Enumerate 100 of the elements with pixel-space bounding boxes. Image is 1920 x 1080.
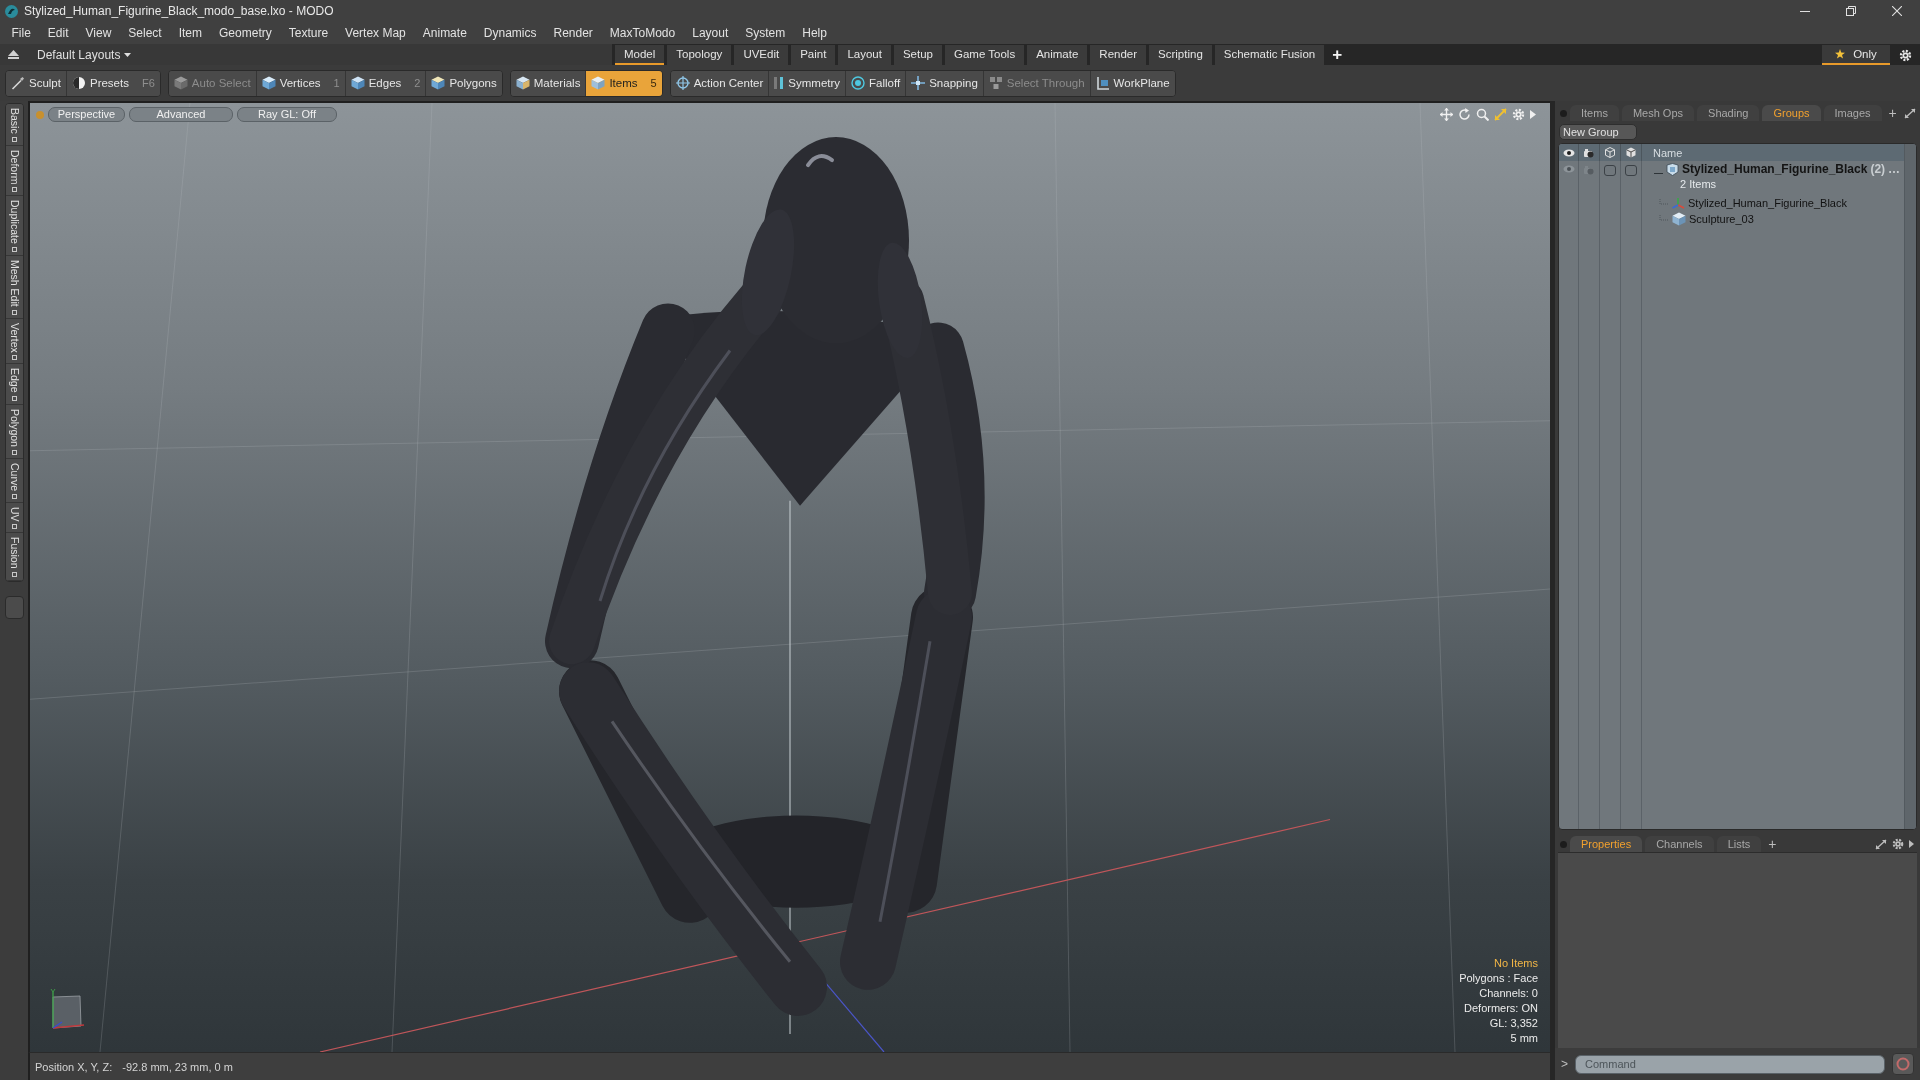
layout-tab[interactable]: Model — [615, 45, 665, 65]
panel-tab[interactable]: Channels — [1645, 836, 1714, 852]
tool-button[interactable]: Presets F6 — [65, 70, 160, 96]
cube-icon — [591, 76, 606, 90]
menu-item[interactable]: File — [3, 23, 40, 43]
viewport-info-text: No Items — [1494, 956, 1538, 971]
panel-tab[interactable]: Items — [1570, 105, 1619, 121]
menu-item[interactable]: Animate — [414, 23, 476, 43]
symmetry-icon — [774, 76, 785, 90]
add-tab-button[interactable]: + — [1324, 45, 1351, 65]
cube-icon — [1626, 147, 1636, 158]
expand-icon[interactable] — [1903, 107, 1916, 119]
move-icon[interactable] — [1440, 108, 1453, 121]
window-title: Stylized_Human_Figurine_Black_modo_base.lxo - MODO — [24, 4, 334, 18]
app-logo-icon — [5, 4, 18, 18]
locator-icon — [1672, 197, 1685, 209]
menu-item[interactable]: Edit — [39, 23, 78, 43]
cubes-icon — [988, 76, 1003, 90]
name-column-header[interactable]: Name — [1642, 146, 1904, 159]
layout-tab[interactable]: Render — [1090, 45, 1147, 65]
cube-icon — [431, 76, 446, 90]
caret-right-icon[interactable] — [1530, 110, 1536, 119]
viewport-info-text: 5 mm — [1510, 1031, 1538, 1046]
view-option-button[interactable]: Perspective — [48, 107, 125, 122]
toggle-box[interactable] — [1625, 165, 1637, 176]
axis-gizmo-icon — [48, 988, 86, 1032]
item-name[interactable]: Sculpture_03 — [1689, 213, 1754, 225]
view-option-button[interactable]: Ray GL: Off — [237, 107, 337, 122]
menu-item[interactable]: Texture — [280, 23, 337, 43]
command-prompt: > — [1561, 1057, 1568, 1071]
layout-tab[interactable]: UVEdit — [734, 45, 789, 65]
falloff-icon — [851, 76, 866, 90]
layout-tab[interactable]: Schematic Fusion — [1214, 45, 1325, 65]
only-toggle[interactable]: Only — [1822, 45, 1890, 65]
menu-item[interactable]: Render — [545, 23, 602, 43]
cube-icon — [173, 76, 188, 90]
menu-item[interactable]: Vertex Map — [336, 23, 415, 43]
group-name: Stylized_Human_Figurine_Black — [1682, 162, 1868, 176]
scrollbar[interactable] — [1904, 144, 1916, 829]
new-group-button[interactable]: New Group — [1559, 124, 1637, 140]
mesh-icon — [1672, 212, 1686, 226]
panel-tab[interactable]: Groups — [1762, 105, 1821, 121]
expand-icon[interactable] — [1875, 838, 1887, 850]
item-name[interactable]: Stylized_Human_Figurine_Black — [1688, 197, 1847, 209]
brush-icon — [11, 76, 25, 90]
caret-right-icon[interactable] — [1909, 840, 1914, 848]
menu-item[interactable]: MaxToModo — [601, 23, 684, 43]
panel-toggle-button[interactable] — [4, 596, 24, 619]
menu-item[interactable]: Item — [170, 23, 211, 43]
layout-tab[interactable]: Setup — [893, 45, 942, 65]
panel-tab[interactable]: Shading — [1697, 105, 1760, 121]
snapping-icon — [911, 76, 926, 90]
tool-button[interactable]: Items 5 — [585, 70, 662, 96]
side-tab[interactable]: Basic — [5, 104, 23, 146]
layout-tab[interactable]: Layout — [838, 45, 891, 65]
restore-icon — [1846, 6, 1856, 16]
half-circle-icon — [71, 76, 86, 90]
view-option-button[interactable]: Advanced — [129, 107, 233, 122]
collapse-arrow-icon[interactable] — [8, 50, 19, 59]
panel-tab[interactable]: Properties — [1570, 836, 1643, 852]
camera-icon[interactable] — [1583, 165, 1595, 175]
menu-item[interactable]: View — [77, 23, 120, 43]
overflow-text: … — [1888, 162, 1901, 176]
caret-icon — [124, 52, 132, 57]
tool-button[interactable]: WorkPlane — [1089, 70, 1175, 96]
panel-tab[interactable]: Mesh Ops — [1621, 105, 1695, 121]
toggle-box[interactable] — [1604, 165, 1616, 176]
record-button[interactable] — [1892, 1053, 1914, 1075]
add-tab-button[interactable]: + — [1884, 105, 1901, 121]
panel-tab[interactable]: Lists — [1716, 836, 1762, 852]
layout-tab[interactable]: Paint — [791, 45, 836, 65]
maximize-icon[interactable] — [1494, 108, 1507, 121]
layout-tab[interactable]: Topology — [667, 45, 732, 65]
layout-tab[interactable]: Scripting — [1149, 45, 1212, 65]
settings-icon — [1898, 48, 1912, 62]
search-icon[interactable] — [1476, 108, 1489, 121]
settings-icon[interactable] — [1892, 838, 1904, 850]
group-subtitle: 2 Items — [1679, 177, 1718, 191]
menu-item[interactable]: Help — [793, 23, 836, 43]
command-field[interactable]: Command — [1575, 1054, 1885, 1074]
eye-icon[interactable] — [1562, 165, 1575, 173]
add-tab-button[interactable]: + — [1764, 836, 1781, 852]
menu-item[interactable]: Dynamics — [475, 23, 545, 43]
viewport[interactable]: Perspective Advanced Ray GL: Off No Items Polygons : Face Channels: 0 Deformers: ON GL: 3,352 5 mm — [28, 101, 1550, 1052]
menu-item[interactable]: Geometry — [210, 23, 281, 43]
cube-icon — [350, 76, 365, 90]
menu-item[interactable]: Select — [119, 23, 171, 43]
tool-button[interactable]: Polygons — [425, 70, 502, 96]
minimize-icon — [1800, 10, 1810, 12]
ring-icon — [1896, 1057, 1910, 1071]
status-dot-icon — [36, 110, 44, 119]
panel-tab[interactable]: Images — [1823, 105, 1882, 121]
layouts-dropdown[interactable]: Default Layouts — [37, 47, 132, 62]
layout-tab[interactable]: Game Tools — [945, 45, 1025, 65]
rotate-icon[interactable] — [1458, 108, 1471, 121]
menu-item[interactable]: System — [736, 23, 794, 43]
layout-tab[interactable]: Animate — [1027, 45, 1088, 65]
dot-icon — [1560, 841, 1567, 848]
menu-item[interactable]: Layout — [683, 23, 737, 43]
viewport-info-text: Deformers: ON — [1464, 1001, 1538, 1016]
